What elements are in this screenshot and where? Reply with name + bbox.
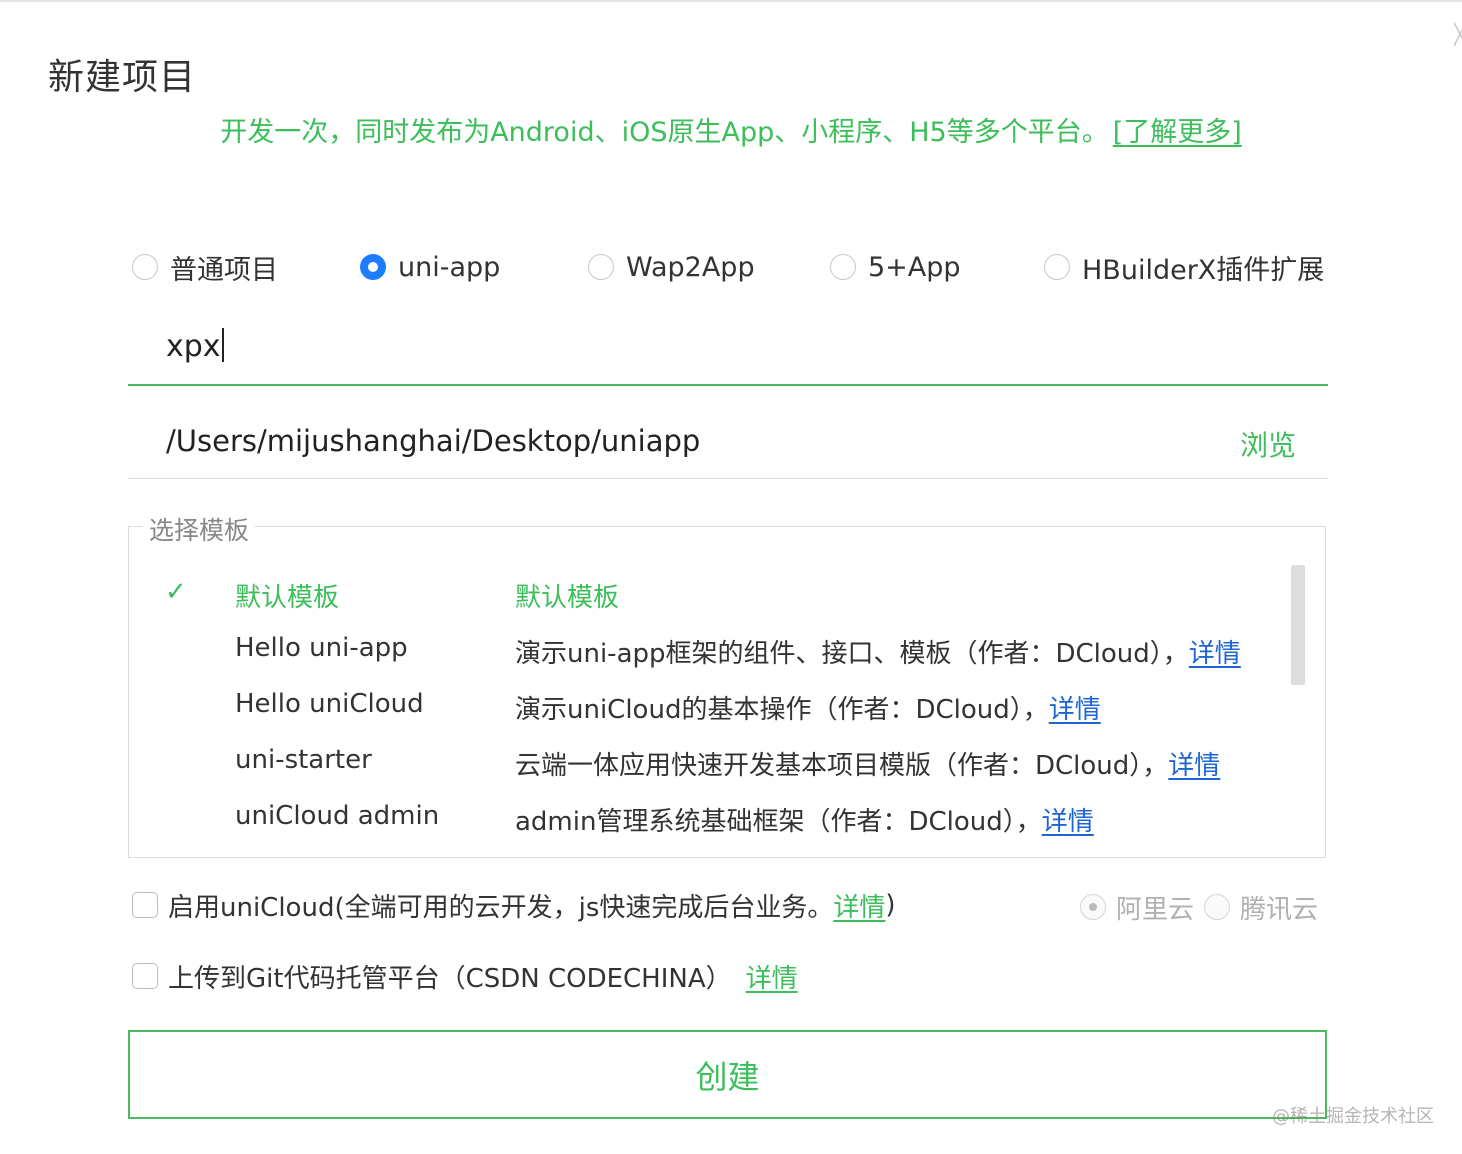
project-type-label: HBuilderX插件扩展 xyxy=(1082,254,1325,286)
radio-checked-icon[interactable] xyxy=(1080,894,1106,920)
project-name-value-wrap: xpx xyxy=(166,328,224,364)
git-upload-checkbox[interactable] xyxy=(132,963,158,989)
check-icon: ✓ xyxy=(165,577,187,607)
project-type-wap2app[interactable]: Wap2App xyxy=(588,242,755,292)
template-name: uniCloud admin xyxy=(235,801,440,831)
template-row-hello-unicloud[interactable]: Hello uniCloud 演示uniCloud的基本操作（作者：DCloud… xyxy=(129,685,1289,735)
radio-icon xyxy=(132,254,158,280)
radio-icon xyxy=(1044,254,1070,280)
project-type-hbuilderx-plugin[interactable]: HBuilderX插件扩展 xyxy=(1044,242,1324,292)
browse-button[interactable]: 浏览 xyxy=(1240,424,1296,464)
subtitle-text: 开发一次，同时发布为Android、iOS原生App、小程序、H5等多个平台。 xyxy=(220,117,1109,148)
provider-aliyun-label: 阿里云 xyxy=(1116,894,1195,925)
enable-unicloud-checkbox[interactable] xyxy=(132,892,158,918)
project-type-group: 普通项目 uni-app Wap2App 5+App HBuilderX插件扩展 xyxy=(130,242,1330,292)
template-name: 默认模板 xyxy=(235,583,340,613)
template-description-wrap: admin管理系统基础框架（作者：DCloud），详情 xyxy=(515,801,1094,838)
radio-icon xyxy=(830,254,856,280)
template-row-hello-uni-app[interactable]: Hello uni-app 演示uni-app框架的组件、接口、模板（作者：DC… xyxy=(129,629,1289,679)
template-description-wrap: 云端一体应用快速开发基本项目模版（作者：DCloud），详情 xyxy=(515,745,1220,782)
template-row-default[interactable]: ✓ 默认模板 默认模板 xyxy=(129,573,1289,623)
template-description-wrap: 演示uni-app框架的组件、接口、模板（作者：DCloud），详情 xyxy=(515,633,1241,670)
project-type-normal[interactable]: 普通项目 xyxy=(132,242,278,292)
radio-icon xyxy=(588,254,614,280)
template-name: Hello uniCloud xyxy=(235,689,424,719)
template-description: 演示uniCloud的基本操作（作者：DCloud）， xyxy=(515,695,1049,725)
unicloud-detail-link[interactable]: 详情 xyxy=(833,887,885,924)
radio-checked-icon xyxy=(360,254,386,280)
create-button[interactable]: 创建 xyxy=(128,1030,1327,1119)
unicloud-label-suffix: ) xyxy=(885,890,896,920)
unicloud-label: 启用uniCloud(全端可用的云开发，js快速完成后台业务。 xyxy=(168,892,834,923)
template-row-unicloud-admin[interactable]: uniCloud admin admin管理系统基础框架（作者：DCloud），… xyxy=(129,797,1289,847)
template-description: 云端一体应用快速开发基本项目模版（作者：DCloud）， xyxy=(515,751,1169,781)
project-location-value: /Users/mijushanghai/Desktop/uniapp xyxy=(166,424,701,458)
template-description: admin管理系统基础框架（作者：DCloud）， xyxy=(515,807,1042,837)
template-description: 演示uni-app框架的组件、接口、模板（作者：DCloud）， xyxy=(515,639,1189,669)
template-scrollbar[interactable] xyxy=(1291,565,1305,685)
provider-tencent-label: 腾讯云 xyxy=(1240,894,1319,925)
project-name-value: xpx xyxy=(166,329,221,364)
template-name: uni-starter xyxy=(235,745,372,775)
template-row-uni-starter[interactable]: uni-starter 云端一体应用快速开发基本项目模版（作者：DCloud），… xyxy=(129,741,1289,791)
dialog-subtitle: 开发一次，同时发布为Android、iOS原生App、小程序、H5等多个平台。[… xyxy=(0,110,1462,149)
template-detail-link[interactable]: 详情 xyxy=(1042,807,1094,837)
learn-more-link[interactable]: [了解更多] xyxy=(1113,117,1242,148)
template-detail-link[interactable]: 详情 xyxy=(1168,751,1220,781)
git-upload-option: 上传到Git代码托管平台（CSDN CODECHINA） 详情 xyxy=(132,956,798,996)
template-description: 默认模板 xyxy=(515,583,620,613)
text-caret xyxy=(221,328,224,362)
window-top-border xyxy=(0,0,1462,2)
template-detail-link[interactable]: 详情 xyxy=(1049,695,1101,725)
template-description-wrap: 演示uniCloud的基本操作（作者：DCloud），详情 xyxy=(515,689,1101,726)
project-type-label: 5+App xyxy=(868,251,961,283)
cloud-provider-group: 阿里云 腾讯云 xyxy=(1080,886,1318,928)
project-type-5plus-app[interactable]: 5+App xyxy=(830,242,961,292)
template-name: Hello uni-app xyxy=(235,633,408,663)
project-name-input[interactable]: xpx xyxy=(128,318,1328,386)
watermark: @稀土掘金技术社区 xyxy=(1272,1106,1434,1127)
template-detail-link[interactable]: 详情 xyxy=(1189,639,1241,669)
dialog-title: 新建项目 xyxy=(48,57,197,98)
create-button-label: 创建 xyxy=(695,1057,760,1096)
close-icon[interactable]: ╳ xyxy=(1454,18,1462,50)
project-type-label: 普通项目 xyxy=(170,254,278,286)
template-group: 选择模板 ✓ 默认模板 默认模板 Hello uni-app 演示uni-app… xyxy=(128,511,1326,858)
project-location-input[interactable]: /Users/mijushanghai/Desktop/uniapp 浏览 xyxy=(128,412,1328,479)
project-type-label: Wap2App xyxy=(626,251,755,283)
template-legend: 选择模板 xyxy=(143,511,256,547)
enable-unicloud-option: 启用uniCloud(全端可用的云开发，js快速完成后台业务。 详情) xyxy=(132,885,896,925)
project-type-uni-app[interactable]: uni-app xyxy=(360,242,500,292)
git-detail-link[interactable]: 详情 xyxy=(746,958,798,995)
radio-icon[interactable] xyxy=(1204,894,1231,920)
project-type-label: uni-app xyxy=(398,251,501,283)
git-upload-label: 上传到Git代码托管平台（CSDN CODECHINA） xyxy=(168,963,732,994)
